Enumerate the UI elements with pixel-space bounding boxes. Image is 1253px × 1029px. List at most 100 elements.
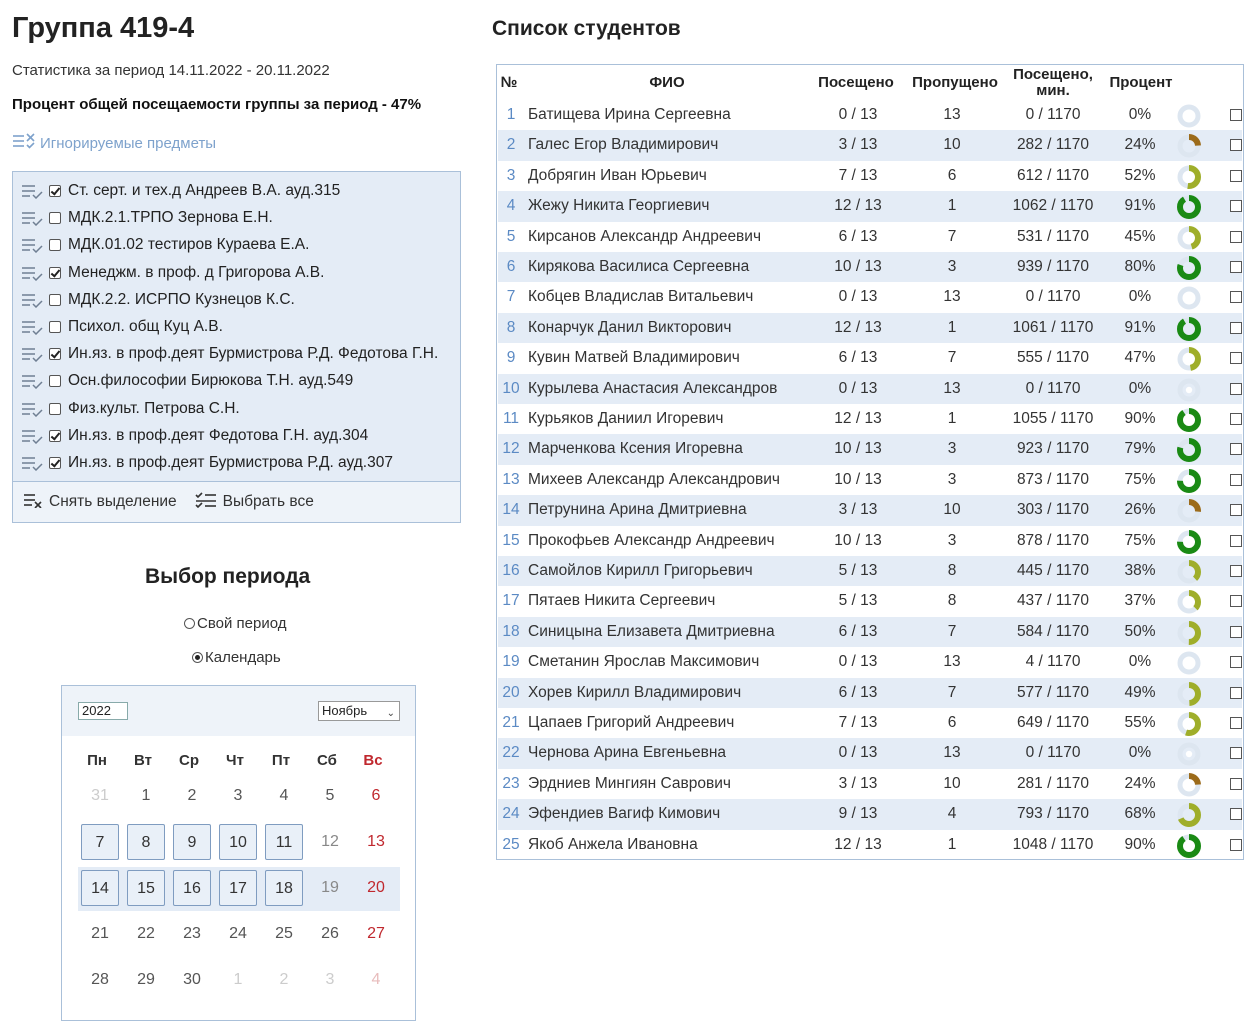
subject-checkbox[interactable] xyxy=(49,375,61,388)
calendar-day[interactable]: 16 xyxy=(173,870,211,906)
calendar-day[interactable]: 8 xyxy=(127,824,165,860)
table-row: 24 Эфендиев Вагиф Кимович 9 / 13 4 793 / 117… xyxy=(498,799,1242,830)
row-number: 18 xyxy=(502,622,520,640)
row-checkbox[interactable] xyxy=(1230,413,1242,425)
radio-calendar[interactable]: Календарь xyxy=(192,649,281,666)
row-number: 6 xyxy=(506,258,516,275)
subject-item[interactable]: Ин.яз. в проф.деят Бурмистрова Р.Д. ауд.… xyxy=(21,451,393,475)
radio-custom-period[interactable]: Свой период xyxy=(184,615,286,632)
month-select-value: Ноябрь xyxy=(322,703,368,718)
subject-item[interactable]: Психол. общ Куц А.В. xyxy=(21,315,223,339)
subject-checkbox[interactable] xyxy=(49,429,61,442)
drag-handle-icon[interactable] xyxy=(21,346,43,363)
row-checkbox[interactable] xyxy=(1230,686,1242,699)
row-checkbox[interactable] xyxy=(1230,321,1242,334)
table-row: 18 Синицына Елизавета Дмитриевна 6 / 13 7 58… xyxy=(498,616,1242,648)
subject-checkbox[interactable] xyxy=(49,348,61,361)
visited-minutes: 0 / 1170 xyxy=(1025,106,1081,123)
radio-custom-period-dot[interactable] xyxy=(184,618,195,629)
row-checkbox[interactable] xyxy=(1230,291,1242,304)
student-name: Прокофьев Александр Андреевич xyxy=(528,531,775,549)
subject-item[interactable]: МДК.01.02 тестиров Кураева Е.А. xyxy=(21,233,309,257)
row-checkbox[interactable] xyxy=(1230,443,1242,456)
drag-handle-icon[interactable] xyxy=(21,237,43,254)
row-checkbox[interactable] xyxy=(1230,352,1242,365)
select-all-button[interactable]: Выбрать все xyxy=(195,491,314,513)
drag-handle-icon[interactable] xyxy=(21,265,43,281)
subject-item[interactable]: Физ.культ. Петрова С.Н. xyxy=(21,397,240,421)
table-row: 11 Курьяков Даниил Игоревич 12 / 13 1 1055 /… xyxy=(498,404,1242,434)
subject-checkbox[interactable] xyxy=(49,239,61,252)
year-input[interactable]: 2022 xyxy=(78,702,128,720)
row-number: 13 xyxy=(502,470,520,488)
row-checkbox[interactable] xyxy=(1230,169,1242,182)
ignored-subjects-link[interactable]: Игнорируемые предметы xyxy=(12,133,216,153)
row-checkbox[interactable] xyxy=(1230,565,1242,577)
subject-checkbox[interactable] xyxy=(49,457,61,469)
row-checkbox[interactable] xyxy=(1230,261,1242,273)
student-name: Чернова Арина Евгеньевна xyxy=(528,744,727,762)
calendar-day[interactable]: 11 xyxy=(265,824,303,860)
student-name: Сметанин Ярослав Максимович xyxy=(528,653,760,671)
drag-handle-icon[interactable] xyxy=(21,210,43,227)
subject-item[interactable]: Ст. серт. и тех.д Андреев В.А. ауд.315 xyxy=(21,179,340,203)
subject-item[interactable]: МДК.2.2. ИСРПО Кузнецов К.С. xyxy=(21,288,295,312)
subject-item[interactable]: Ин.яз. в проф.деят Бурмистрова Р.Д. Федо… xyxy=(21,342,438,366)
clear-selection-button[interactable]: Снять выделение xyxy=(23,492,177,513)
calendar-day[interactable]: 10 xyxy=(219,824,257,860)
row-checkbox[interactable] xyxy=(1230,656,1242,669)
drag-handle-icon[interactable] xyxy=(21,401,43,417)
attendance-percent: 0% xyxy=(1128,288,1152,306)
drag-handle-icon[interactable] xyxy=(21,292,43,308)
row-checkbox[interactable] xyxy=(1230,473,1242,486)
visited-count: 0 / 13 xyxy=(838,744,878,762)
row-checkbox[interactable] xyxy=(1230,717,1242,729)
calendar-day[interactable]: 18 xyxy=(265,870,303,906)
row-checkbox[interactable] xyxy=(1230,382,1242,395)
attendance-percent: 52% xyxy=(1124,166,1156,184)
row-checkbox[interactable] xyxy=(1230,808,1242,821)
radio-calendar-dot[interactable] xyxy=(192,652,203,663)
drag-handle-icon[interactable] xyxy=(21,319,43,336)
row-checkbox[interactable] xyxy=(1230,534,1242,547)
subject-checkbox[interactable] xyxy=(49,321,61,333)
row-checkbox[interactable] xyxy=(1230,777,1242,790)
visited-minutes: 303 / 1170 xyxy=(1016,501,1090,519)
calendar-day[interactable]: 15 xyxy=(127,870,165,906)
calendar-day[interactable]: 9 xyxy=(173,824,211,860)
skipped-count: 13 xyxy=(943,288,961,306)
subject-label: Осн.философии Бирюкова Т.Н. ауд.549 xyxy=(68,372,354,390)
row-checkbox[interactable] xyxy=(1230,838,1242,851)
row-number: 19 xyxy=(502,653,520,671)
attendance-pie-icon xyxy=(1177,772,1201,797)
subject-item[interactable]: Менеджм. в проф. д Григорова А.В. xyxy=(21,261,324,285)
row-checkbox[interactable] xyxy=(1230,139,1242,152)
subject-checkbox[interactable] xyxy=(49,212,61,225)
calendar-day[interactable]: 7 xyxy=(81,824,119,860)
subject-item[interactable]: МДК.2.1.ТРПО Зернова Е.Н. xyxy=(21,206,273,230)
visited-minutes: 612 / 1170 xyxy=(1016,166,1090,184)
subject-item[interactable]: Ин.яз. в проф.деят Федотова Г.Н. ауд.304 xyxy=(21,424,368,448)
row-checkbox[interactable] xyxy=(1230,230,1242,243)
subject-checkbox[interactable] xyxy=(49,293,61,306)
row-checkbox[interactable] xyxy=(1230,625,1242,638)
table-row: 9 Кувин Матвей Владимирович 6 / 13 7 555 / 1… xyxy=(498,343,1242,373)
drag-handle-icon[interactable] xyxy=(21,183,43,200)
row-checkbox[interactable] xyxy=(1230,595,1242,608)
subject-item[interactable]: Осн.философии Бирюкова Т.Н. ауд.549 xyxy=(21,369,353,393)
row-checkbox[interactable] xyxy=(1230,504,1242,517)
subject-checkbox[interactable] xyxy=(49,402,61,415)
visited-count: 9 / 13 xyxy=(838,805,878,823)
table-row: 3 Добрягин Иван Юрьевич 7 / 13 6 612 / 1170 5… xyxy=(498,161,1242,191)
drag-handle-icon[interactable] xyxy=(21,373,43,390)
calendar-day[interactable]: 17 xyxy=(219,870,257,906)
month-select[interactable]: Ноябрь ⌄ xyxy=(318,701,400,721)
drag-handle-icon[interactable] xyxy=(21,428,43,444)
row-checkbox[interactable] xyxy=(1230,109,1242,121)
subject-checkbox[interactable] xyxy=(49,266,61,279)
subject-checkbox[interactable] xyxy=(49,185,61,197)
row-checkbox[interactable] xyxy=(1230,200,1242,213)
drag-handle-icon[interactable] xyxy=(21,455,43,472)
row-checkbox[interactable] xyxy=(1230,747,1242,760)
calendar-day[interactable]: 14 xyxy=(81,870,119,906)
